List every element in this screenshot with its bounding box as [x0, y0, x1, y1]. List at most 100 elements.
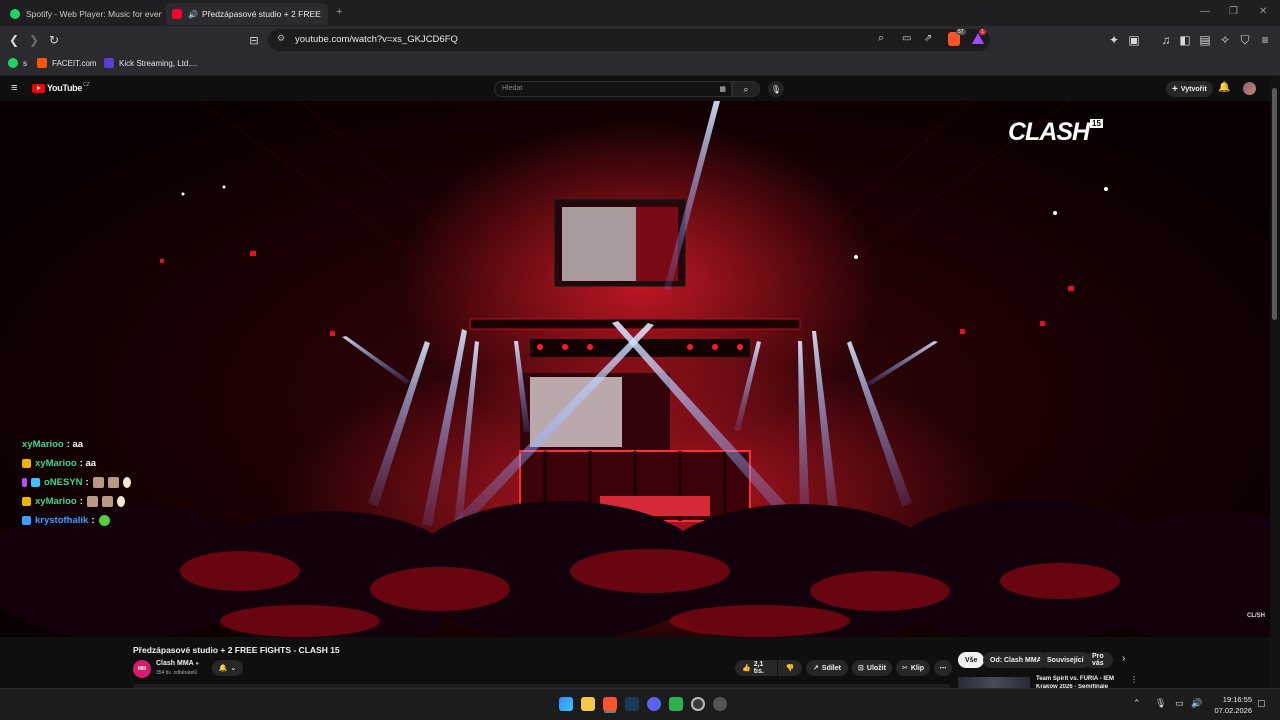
extensions-icon[interactable]: ✦	[1106, 32, 1122, 48]
chip-for-you[interactable]: Pro vás	[1085, 652, 1113, 668]
chat-message: krystofhalik :	[22, 515, 110, 526]
page-scrollbar[interactable]	[1270, 76, 1280, 688]
cast-icon[interactable]: ▭	[902, 33, 911, 44]
reload-icon[interactable]: ↻	[46, 32, 62, 48]
file-explorer-icon[interactable]	[581, 697, 595, 711]
share-icon[interactable]: ⇗	[924, 33, 932, 44]
corner-watermark: CL/SH	[1247, 613, 1265, 619]
scissors-icon: ✂	[901, 665, 908, 672]
chat-text: :	[91, 515, 95, 526]
chat-message: xyMarioo :	[22, 496, 125, 507]
clock-app-icon[interactable]	[691, 697, 705, 711]
bookmark-label: Kick Streaming, Ltd....	[119, 58, 198, 68]
leo-ai-icon[interactable]: ✧	[1217, 32, 1233, 48]
bookmark-kick[interactable]: Kick Streaming, Ltd....	[104, 58, 197, 68]
chat-message: xyMarioo : aa	[22, 439, 83, 450]
share-badge-icon	[22, 516, 31, 525]
voice-search-icon[interactable]: 🎙	[768, 81, 784, 97]
vpn-icon[interactable]: ⛉	[1237, 32, 1253, 48]
share-button[interactable]: ↗ Sdílet	[806, 660, 848, 676]
related-title[interactable]: Team Spirit vs. FURIA - IEM	[1036, 676, 1114, 682]
restore-icon[interactable]: ❐	[1229, 6, 1238, 17]
site-settings-icon[interactable]: ⚙	[277, 33, 285, 44]
minimize-icon[interactable]: —	[1200, 6, 1210, 17]
like-button[interactable]: 👍 2,1 tis.	[735, 660, 777, 676]
bookmark-icon[interactable]: ⊟	[246, 32, 262, 48]
bookmark-spotify[interactable]: s	[8, 58, 27, 68]
windows-start-icon[interactable]	[559, 697, 573, 711]
speaker-icon[interactable]: 🔊	[188, 10, 198, 19]
emote-icon	[101, 496, 113, 507]
verified-icon: ●	[195, 661, 200, 667]
steam-icon[interactable]	[625, 697, 639, 711]
emote-icon	[116, 496, 125, 507]
microphone-icon[interactable]: 🎙	[1155, 698, 1166, 709]
mic-badge-icon	[22, 478, 27, 487]
channel-name[interactable]: Clash MMA ●	[156, 660, 199, 667]
search-input[interactable]: Hledat ▦	[494, 81, 732, 97]
crown-badge-icon	[22, 459, 31, 468]
clash-watermark-number: 15	[1090, 119, 1103, 128]
tab-spotify[interactable]: Spotify - Web Player: Music for every	[4, 3, 162, 25]
back-icon[interactable]: ❮	[6, 32, 22, 48]
dislike-button[interactable]: 👎	[778, 660, 802, 676]
crown-badge-icon	[22, 497, 31, 506]
sidebar-icon[interactable]: ◧	[1177, 32, 1193, 48]
bookmark-label: s	[23, 58, 27, 68]
notification-center-icon[interactable]: ▢	[1257, 698, 1266, 709]
zoom-icon[interactable]: ⌕	[878, 32, 884, 45]
related-thumbnail[interactable]	[958, 677, 1030, 688]
avatar[interactable]	[1243, 82, 1256, 95]
tab-title: Předzápasové studio + 2 FREE	[201, 9, 321, 19]
chevron-down-icon: ⌄	[230, 665, 237, 672]
bookmarks-bar: s FACEIT.com Kick Streaming, Ltd....	[0, 54, 1280, 76]
save-button[interactable]: ⊡ Uložit	[852, 660, 892, 676]
chip-from-channel[interactable]: Od: Clash MMA	[983, 652, 1049, 668]
chip-all[interactable]: Vše	[958, 652, 985, 668]
close-window-icon[interactable]: ✕	[1259, 6, 1267, 17]
new-tab-button[interactable]: +	[336, 6, 342, 18]
settings-icon[interactable]	[713, 697, 727, 711]
notifications-icon[interactable]: 🔔	[1218, 82, 1230, 93]
tray-expand-icon[interactable]: ⌃	[1133, 698, 1141, 709]
chat-text: :	[85, 477, 89, 488]
notification-bell-button[interactable]: 🔔 ⌄	[212, 660, 243, 676]
network-icon[interactable]: ▭	[1175, 698, 1184, 709]
more-actions-button[interactable]: ⋯	[934, 660, 952, 676]
discord-icon[interactable]	[647, 697, 661, 711]
wallet-icon[interactable]: ▤	[1197, 32, 1213, 48]
url-text[interactable]: youtube.com/watch?v=xs_GKJCD6FQ	[295, 34, 458, 45]
chip-related[interactable]: Související	[1040, 652, 1091, 668]
channel-avatar[interactable]: MM	[133, 660, 151, 678]
chat-message: oNESYN :	[22, 477, 131, 488]
clock-time[interactable]: 19:16:55	[1212, 695, 1252, 704]
clock-date[interactable]: 07.02.2026	[1212, 706, 1252, 715]
chat-username: xyMarioo	[22, 439, 64, 450]
spreadsheet-icon[interactable]	[669, 697, 683, 711]
forward-icon[interactable]: ❯	[26, 32, 42, 48]
address-bar[interactable]: ⚙ youtube.com/watch?v=xs_GKJCD6FQ ⌕ ▭ ⇗ …	[268, 29, 990, 51]
spotify-icon	[8, 58, 18, 68]
sub-badge-icon	[31, 478, 40, 487]
volume-icon[interactable]: 🔊	[1191, 698, 1202, 709]
hamburger-menu-icon[interactable]: ≡	[11, 82, 17, 94]
youtube-logo[interactable]: YouTube CZ	[32, 82, 90, 93]
faceit-icon	[37, 58, 47, 68]
keyboard-icon[interactable]: ▦	[719, 85, 726, 93]
brave-browser-icon[interactable]	[603, 697, 617, 711]
dislike-icon: 👎	[785, 665, 795, 672]
music-icon[interactable]: ♫	[1158, 32, 1174, 48]
video-player[interactable]: CLASH 15 CL/SH xyMarioo : aa xyMarioo : …	[0, 101, 1270, 637]
scrollbar-thumb[interactable]	[1272, 88, 1277, 320]
clip-button[interactable]: ✂ Klip	[896, 660, 930, 676]
menu-icon[interactable]: ≡	[1257, 32, 1273, 48]
chevron-right-icon[interactable]: ›	[1122, 653, 1125, 664]
reading-icon[interactable]: ▣	[1126, 32, 1142, 48]
related-more-icon[interactable]: ⋮	[1130, 675, 1138, 684]
subscriber-count: 354 tis. odběratelů	[156, 670, 198, 676]
search-button[interactable]: ⌕	[732, 81, 760, 97]
create-button[interactable]: + Vytvořit	[1166, 81, 1213, 97]
close-tab-icon[interactable]: ✕	[321, 9, 328, 20]
tab-youtube[interactable]: 🔊 Předzápasové studio + 2 FREE ✕	[166, 3, 328, 25]
bookmark-faceit[interactable]: FACEIT.com	[37, 58, 96, 68]
